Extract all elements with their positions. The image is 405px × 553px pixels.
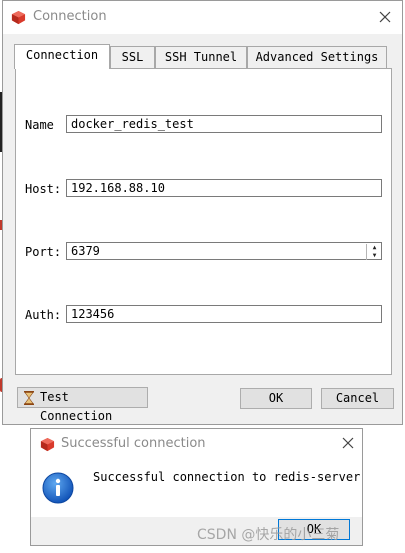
port-label: Port:: [25, 245, 62, 259]
port-field[interactable]: [66, 242, 382, 260]
tab-ssh-tunnel[interactable]: SSH Tunnel: [155, 46, 247, 68]
stepper-down-icon[interactable]: ▼: [367, 252, 382, 260]
connection-window: Connection Connection SSL SSH Tunnel Adv…: [2, 0, 403, 425]
test-connection-label: Test Connection: [40, 390, 113, 423]
test-connection-button[interactable]: Test Connection: [17, 387, 148, 423]
name-field[interactable]: [66, 115, 382, 133]
host-label: Host:: [25, 182, 62, 196]
auth-field[interactable]: [66, 305, 382, 323]
close-icon[interactable]: [340, 435, 356, 451]
window-title: Connection: [33, 9, 107, 24]
watermark: CSDN @快乐的小三菊: [197, 527, 340, 543]
redis-logo-icon: [40, 437, 55, 452]
port-stepper[interactable]: ▲ ▼: [366, 244, 382, 260]
info-icon: [42, 472, 74, 504]
title-bar: Connection: [3, 1, 402, 34]
name-label: Name: [25, 118, 54, 132]
hourglass-icon: [24, 391, 34, 405]
host-field[interactable]: [66, 179, 382, 197]
ok-button[interactable]: OK: [240, 388, 312, 409]
auth-label: Auth:: [25, 308, 62, 322]
tab-ssl[interactable]: SSL: [110, 46, 155, 68]
dialog-title-bar: Successful connection: [31, 429, 362, 459]
dialog-title: Successful connection: [61, 436, 206, 451]
stepper-up-icon[interactable]: ▲: [367, 244, 382, 252]
cancel-button[interactable]: Cancel: [321, 388, 394, 409]
tab-connection[interactable]: Connection: [14, 44, 110, 69]
redis-logo-icon: [11, 10, 26, 25]
dialog-body: Successful connection to redis-server: [31, 459, 362, 517]
close-icon[interactable]: [376, 8, 394, 26]
dialog-message: Successful connection to redis-server: [93, 470, 361, 484]
tab-advanced-settings[interactable]: Advanced Settings: [247, 46, 387, 68]
